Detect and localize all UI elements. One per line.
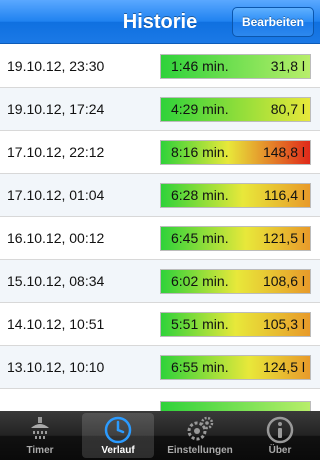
usage-bar: 6:45 min. 121,5 l	[160, 226, 311, 251]
usage-bar: 6:02 min. 108,6 l	[160, 269, 311, 294]
row-date: 19.10.12, 23:30	[7, 58, 105, 74]
history-list[interactable]: 19.10.12, 23:30 1:46 min. 31,8 l 19.10.12, …	[0, 45, 320, 411]
history-row[interactable]: 17.10.12, 01:04 6:28 min. 116,4 l	[0, 174, 320, 217]
row-duration: 5:51 min.	[171, 316, 229, 332]
info-icon	[266, 416, 294, 444]
row-volume: 105,3 l	[262, 316, 305, 332]
row-date: 13.10.12, 10:10	[7, 359, 105, 375]
usage-bar: 6:28 min. 116,4 l	[160, 183, 311, 208]
tab-bar: Timer Verlauf Einstellungen Über	[0, 411, 320, 460]
row-volume: 108,6 l	[262, 273, 305, 289]
row-duration: 6:02 min.	[171, 273, 229, 289]
edit-button[interactable]: Bearbeiten	[231, 7, 314, 37]
row-volume: 31,8 l	[270, 58, 305, 74]
row-duration: 8:16 min.	[171, 144, 229, 160]
row-duration: 4:29 min.	[171, 101, 229, 117]
tab-label: Timer	[26, 445, 54, 456]
usage-bar: 5:51 min. 105,3 l	[160, 312, 311, 337]
gears-icon	[187, 416, 214, 441]
tab-about[interactable]: Über	[244, 413, 316, 458]
history-row[interactable]: 14.10.12, 10:51 5:51 min. 105,3 l	[0, 303, 320, 346]
row-date: 15.10.12, 08:34	[7, 273, 105, 289]
tab-label: Verlauf	[101, 445, 135, 456]
row-date: 16.10.12, 00:12	[7, 230, 105, 246]
tab-history[interactable]: Verlauf	[82, 413, 154, 458]
row-volume: 124,5 l	[262, 359, 305, 375]
clock-icon	[104, 416, 132, 444]
history-row[interactable]: 17.10.12, 22:12 8:16 min. 148,8 l	[0, 131, 320, 174]
usage-bar: 6:55 min. 124,5 l	[160, 355, 311, 380]
row-volume: 80,7 l	[270, 101, 305, 117]
history-row[interactable]: 15.10.12, 08:34 6:02 min. 108,6 l	[0, 260, 320, 303]
row-duration: 1:46 min.	[171, 58, 229, 74]
row-date: 17.10.12, 01:04	[7, 187, 105, 203]
tab-settings[interactable]: Einstellungen	[164, 413, 236, 458]
history-row[interactable]: 13.10.12, 10:10 6:55 min. 124,5 l	[0, 346, 320, 389]
row-duration: 6:45 min.	[171, 230, 229, 246]
navigation-bar: Historie Bearbeiten	[0, 0, 320, 44]
row-date: 19.10.12, 17:24	[7, 101, 105, 117]
history-row[interactable]: 19.10.12, 23:30 1:46 min. 31,8 l	[0, 45, 320, 88]
usage-bar: 4:29 min. 80,7 l	[160, 97, 311, 122]
usage-bar	[160, 401, 311, 411]
tab-timer[interactable]: Timer	[4, 413, 76, 458]
usage-bar: 1:46 min. 31,8 l	[160, 54, 311, 79]
row-volume: 121,5 l	[262, 230, 305, 246]
row-date: 17.10.12, 22:12	[7, 144, 105, 160]
tab-label: Einstellungen	[167, 445, 233, 456]
tab-label: Über	[268, 445, 292, 456]
history-row[interactable]	[0, 389, 320, 411]
row-volume: 148,8 l	[262, 144, 305, 160]
row-volume: 116,4 l	[264, 187, 305, 203]
history-row[interactable]: 19.10.12, 17:24 4:29 min. 80,7 l	[0, 88, 320, 131]
usage-bar: 8:16 min. 148,8 l	[160, 140, 311, 165]
shower-icon	[31, 417, 49, 439]
row-duration: 6:28 min.	[171, 187, 229, 203]
row-duration: 6:55 min.	[171, 359, 229, 375]
history-row[interactable]: 16.10.12, 00:12 6:45 min. 121,5 l	[0, 217, 320, 260]
row-date: 14.10.12, 10:51	[7, 316, 105, 332]
